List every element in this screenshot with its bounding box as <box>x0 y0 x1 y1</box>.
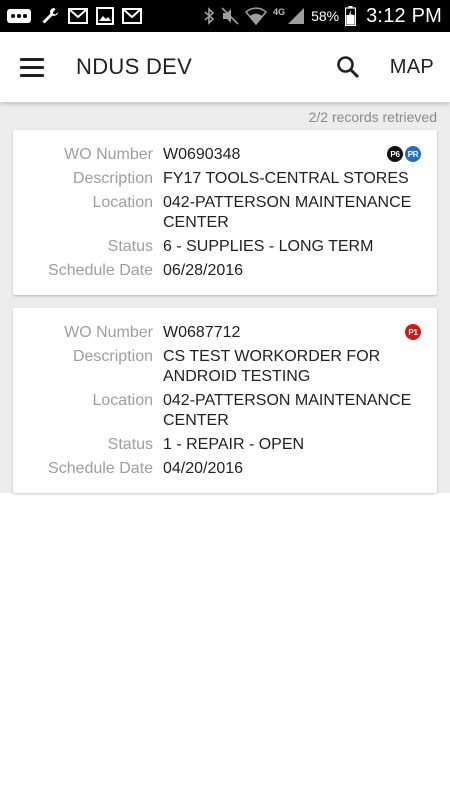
wo-number-row: WO Number W0687712 <box>23 323 421 343</box>
status-label: Status <box>107 238 153 255</box>
description-value: CS TEST WORKORDER FOR ANDROID TESTING <box>163 348 381 385</box>
wo-number-row: WO Number W0690348 <box>23 145 421 165</box>
gmail-icon <box>122 8 142 24</box>
app-bar: NDUS DEV MAP <box>0 32 450 102</box>
location-row: Location 042-PATTERSON MAINTENANCE CENTE… <box>23 391 421 431</box>
wo-number-value: W0690348 <box>163 146 241 163</box>
status-value: 1 - REPAIR - OPEN <box>163 436 305 453</box>
hamburger-menu-icon[interactable] <box>20 52 50 82</box>
location-value: 042-PATTERSON MAINTENANCE CENTER <box>163 392 412 429</box>
wrench-icon <box>40 6 60 26</box>
schedule-date-label: Schedule Date <box>48 460 153 477</box>
schedule-date-value: 06/28/2016 <box>163 262 244 279</box>
battery-icon <box>345 6 357 26</box>
description-row: Description FY17 TOOLS-CENTRAL STORES <box>23 169 421 189</box>
location-row: Location 042-PATTERSON MAINTENANCE CENTE… <box>23 193 421 233</box>
location-value: 042-PATTERSON MAINTENANCE CENTER <box>163 194 412 231</box>
description-label: Description <box>72 348 153 365</box>
schedule-date-row: Schedule Date 06/28/2016 <box>23 261 421 281</box>
status-bar: 4G 58% 3:12 PM <box>0 0 450 32</box>
gmail-icon <box>68 8 88 24</box>
app-title: NDUS DEV <box>76 54 193 79</box>
status-label: Status <box>107 436 153 453</box>
work-order-list: 2/2 records retrieved P6 PR WO Number W0… <box>0 102 450 493</box>
location-label: Location <box>92 194 154 211</box>
image-icon <box>96 7 114 25</box>
more-icon <box>6 7 32 25</box>
wo-number-label: WO Number <box>64 324 153 341</box>
status-row: Status 6 - SUPPLIES - LONG TERM <box>23 237 421 257</box>
mute-icon <box>221 7 239 25</box>
priority-badges: P6 PR <box>387 146 421 162</box>
status-row: Status 1 - REPAIR - OPEN <box>23 435 421 455</box>
wifi-icon <box>245 7 268 25</box>
app-actions: MAP <box>334 53 434 81</box>
priority-badge: P1 <box>405 324 421 340</box>
system-icons: 4G 58% 3:12 PM <box>203 5 442 28</box>
wo-number-value: W0687712 <box>163 324 241 341</box>
network-type: 4G <box>273 7 286 17</box>
bluetooth-icon <box>203 7 215 25</box>
records-count: 2/2 records retrieved <box>308 109 437 125</box>
location-label: Location <box>92 392 154 409</box>
empty-area <box>0 493 450 800</box>
status-value: 6 - SUPPLIES - LONG TERM <box>163 238 374 255</box>
clock: 3:12 PM <box>366 4 442 27</box>
notification-icons <box>6 6 142 26</box>
map-button[interactable]: MAP <box>390 56 434 79</box>
priority-badge: PR <box>405 146 421 162</box>
description-row: Description CS TEST WORKORDER FOR ANDROI… <box>23 347 421 387</box>
schedule-date-value: 04/20/2016 <box>163 460 244 477</box>
search-icon[interactable] <box>334 53 362 81</box>
work-order-card[interactable]: P1 WO Number W0687712 Description CS TES… <box>13 308 437 493</box>
priority-badge: P6 <box>387 146 403 162</box>
schedule-date-label: Schedule Date <box>48 262 153 279</box>
schedule-date-row: Schedule Date 04/20/2016 <box>23 459 421 479</box>
work-order-card[interactable]: P6 PR WO Number W0690348 Description FY1… <box>13 130 437 295</box>
wo-number-label: WO Number <box>64 146 153 163</box>
description-value: FY17 TOOLS-CENTRAL STORES <box>163 170 409 187</box>
priority-badges: P1 <box>405 324 421 340</box>
battery-percent: 58% <box>311 8 340 24</box>
signal-icon <box>287 7 305 25</box>
description-label: Description <box>72 170 153 187</box>
